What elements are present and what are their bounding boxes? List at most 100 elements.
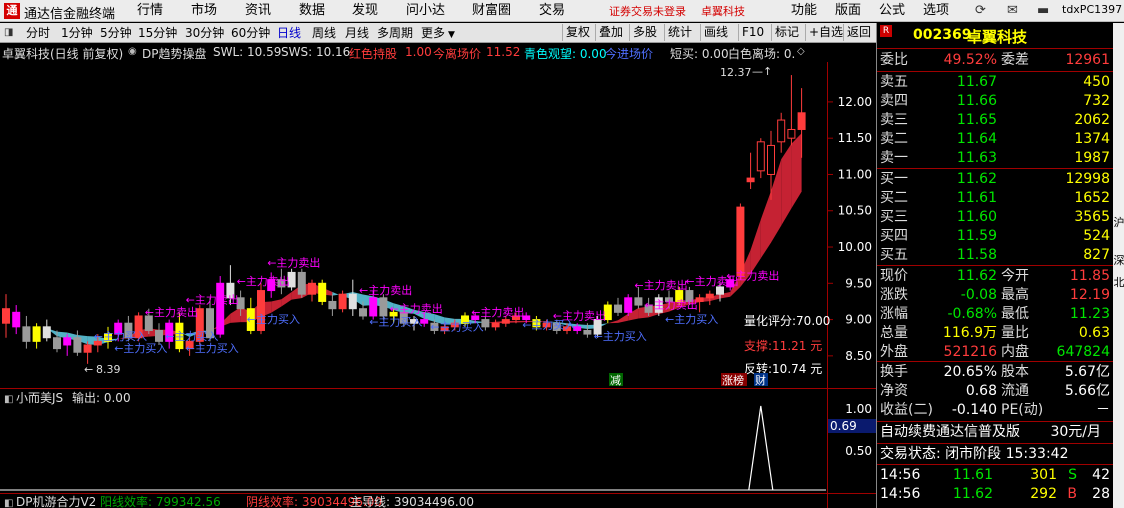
candle-body bbox=[583, 329, 592, 335]
signal-sell-label: ←主力卖出 bbox=[267, 256, 320, 270]
tick-side-flag: B bbox=[1067, 486, 1077, 502]
promo-price[interactable]: 30元/月 bbox=[1041, 423, 1101, 441]
tab-30min[interactable]: 30分钟 bbox=[185, 25, 224, 41]
side-tab-bj[interactable]: 北 bbox=[1113, 276, 1124, 289]
menu-shichang[interactable]: 市场 bbox=[191, 2, 217, 20]
draw-line-button[interactable]: 画线 bbox=[700, 24, 731, 41]
candle-body bbox=[756, 141, 765, 172]
price-tick-label: 8.50 bbox=[845, 349, 872, 363]
stat-value-2: 647824 bbox=[1056, 344, 1110, 360]
trend-band-red-segment bbox=[607, 320, 618, 324]
menu-gongneng[interactable]: 功能 bbox=[791, 2, 817, 20]
high-arrow: —↑ bbox=[752, 65, 772, 78]
price-tick-label: 12.00 bbox=[838, 95, 872, 109]
sep-6 bbox=[877, 421, 1113, 422]
buy-price: 11.61 bbox=[956, 190, 997, 206]
more-chevron-icon[interactable]: ▼ bbox=[448, 27, 455, 43]
mark-button[interactable]: 标记 bbox=[771, 24, 802, 41]
sub1-title[interactable]: 小而美JS bbox=[16, 391, 63, 405]
cai-badge-text: 财 bbox=[755, 373, 766, 387]
menu-hangqing[interactable]: 行情 bbox=[137, 2, 163, 20]
fund-value-2: 5.67亿 bbox=[1064, 364, 1110, 380]
menu-jiaoyi[interactable]: 交易 bbox=[539, 2, 565, 20]
candle-body bbox=[767, 144, 775, 175]
statistics-button[interactable]: 统计 bbox=[664, 24, 695, 41]
login-status-link[interactable]: 证券交易未登录 bbox=[609, 3, 686, 21]
menu-faxian[interactable]: 发现 bbox=[352, 2, 378, 20]
period-toolbar: ◨ 分时 1分钟 5分钟 15分钟 30分钟 60分钟 日线 周线 月线 多周期… bbox=[0, 23, 876, 43]
tick-price: 11.61 bbox=[952, 467, 993, 483]
tab-more[interactable]: 更多 bbox=[421, 25, 445, 41]
tick-time: 14:56 bbox=[880, 467, 921, 483]
trend-band-red-segment bbox=[281, 292, 292, 307]
stat-row-1: 涨跌 -0.08 最高 12.19 bbox=[877, 286, 1113, 304]
buy-volume: 12998 bbox=[1065, 171, 1110, 187]
tab-1min[interactable]: 1分钟 bbox=[61, 25, 93, 41]
add-watchlist-button[interactable]: +自选 bbox=[805, 24, 846, 41]
sub2-toggle-icon[interactable]: ◧ bbox=[4, 498, 13, 508]
tab-60min[interactable]: 60分钟 bbox=[231, 25, 270, 41]
multi-stock-button[interactable]: 多股 bbox=[629, 24, 660, 41]
candle-body bbox=[73, 337, 82, 353]
price-tick-label: 11.00 bbox=[838, 167, 872, 181]
tab-15min[interactable]: 15分钟 bbox=[138, 25, 177, 41]
fund-label-2: 流通 bbox=[1001, 383, 1029, 399]
sub1-toggle-icon[interactable]: ◧ bbox=[4, 394, 13, 405]
menu-shuju[interactable]: 数据 bbox=[299, 2, 325, 20]
menu-caifuquan[interactable]: 财富圈 bbox=[472, 2, 511, 20]
sell-volume: 450 bbox=[1083, 74, 1110, 90]
fund-label-2: 股本 bbox=[1001, 364, 1029, 380]
minimize-icon[interactable]: ▬ bbox=[1037, 2, 1049, 20]
overlay-button[interactable]: 叠加 bbox=[595, 24, 626, 41]
f10-button[interactable]: F10 bbox=[738, 24, 767, 41]
kline-chart[interactable]: 12.0011.5011.0010.5010.009.509.008.50 ←主… bbox=[0, 44, 876, 508]
sub1-ytick-05: 0.50 bbox=[845, 444, 872, 458]
tab-fenshi[interactable]: 分时 bbox=[26, 25, 50, 41]
tab-multi-period[interactable]: 多周期 bbox=[377, 25, 413, 41]
sell-level-3: 卖三 11.65 2062 bbox=[877, 111, 1113, 129]
signal-buy-label: ←主力买入 bbox=[114, 342, 167, 355]
trend-band-red-segment bbox=[760, 191, 771, 259]
tab-monthly[interactable]: 月线 bbox=[345, 25, 369, 41]
candle-body bbox=[777, 119, 786, 143]
tab-weekly[interactable]: 周线 bbox=[312, 25, 336, 41]
candle-body bbox=[338, 293, 347, 310]
buy-level-4: 买四 11.59 524 bbox=[877, 227, 1113, 245]
stat-label-2: 内盘 bbox=[1001, 344, 1029, 360]
fund-value-2: － bbox=[1096, 402, 1110, 418]
sub1-spike-line bbox=[748, 405, 774, 491]
price-tick-label: 10.50 bbox=[838, 204, 872, 218]
fund-value: 20.65% bbox=[943, 364, 997, 380]
buy-volume: 3565 bbox=[1074, 209, 1110, 225]
weibi-value: 49.52% bbox=[943, 52, 997, 68]
sell-label: 卖一 bbox=[880, 150, 908, 166]
menu-xuanxiang[interactable]: 选项 bbox=[923, 2, 949, 20]
side-tab-sh[interactable]: 沪 bbox=[1113, 216, 1124, 229]
tab-5min[interactable]: 5分钟 bbox=[100, 25, 132, 41]
side-tab-sz[interactable]: 深 bbox=[1113, 254, 1124, 267]
menu-zixun[interactable]: 资讯 bbox=[245, 2, 271, 20]
buy-label: 买三 bbox=[880, 209, 908, 225]
back-button[interactable]: 返回 bbox=[843, 24, 874, 41]
stat-label-2: 量比 bbox=[1001, 325, 1029, 341]
buy-volume: 1652 bbox=[1074, 190, 1110, 206]
toggle-panel-icon[interactable]: ◨ bbox=[4, 24, 13, 42]
refresh-icon[interactable]: ⟳ bbox=[975, 2, 986, 20]
stat-row-3: 总量 116.9万 量比 0.63 bbox=[877, 324, 1113, 342]
sell-price: 11.66 bbox=[956, 93, 997, 109]
promo-row[interactable]: 自动续费通达信普及版 30元/月 bbox=[877, 423, 1113, 441]
signal-buy-label: ←主力买入 bbox=[94, 330, 147, 343]
fund-label-2: PE(动) bbox=[1001, 402, 1044, 418]
stat-value: 11.62 bbox=[956, 268, 997, 284]
menu-gongshi[interactable]: 公式 bbox=[879, 2, 905, 20]
menu-banmian[interactable]: 版面 bbox=[835, 2, 861, 20]
signal-sell-label: ←主力卖出 bbox=[390, 301, 443, 315]
menu-wenxiaoda[interactable]: 问小达 bbox=[406, 2, 445, 20]
buy-level-3: 买三 11.60 3565 bbox=[877, 208, 1113, 226]
message-icon[interactable]: ✉ bbox=[1007, 2, 1018, 20]
tick-count: 42 bbox=[1092, 467, 1110, 483]
tab-daily[interactable]: 日线 bbox=[277, 25, 301, 41]
fuquan-button[interactable]: 复权 bbox=[562, 24, 593, 41]
promo-text[interactable]: 自动续费通达信普及版 bbox=[880, 423, 1020, 441]
sub2-title[interactable]: DP机游合力V2 bbox=[16, 494, 96, 508]
